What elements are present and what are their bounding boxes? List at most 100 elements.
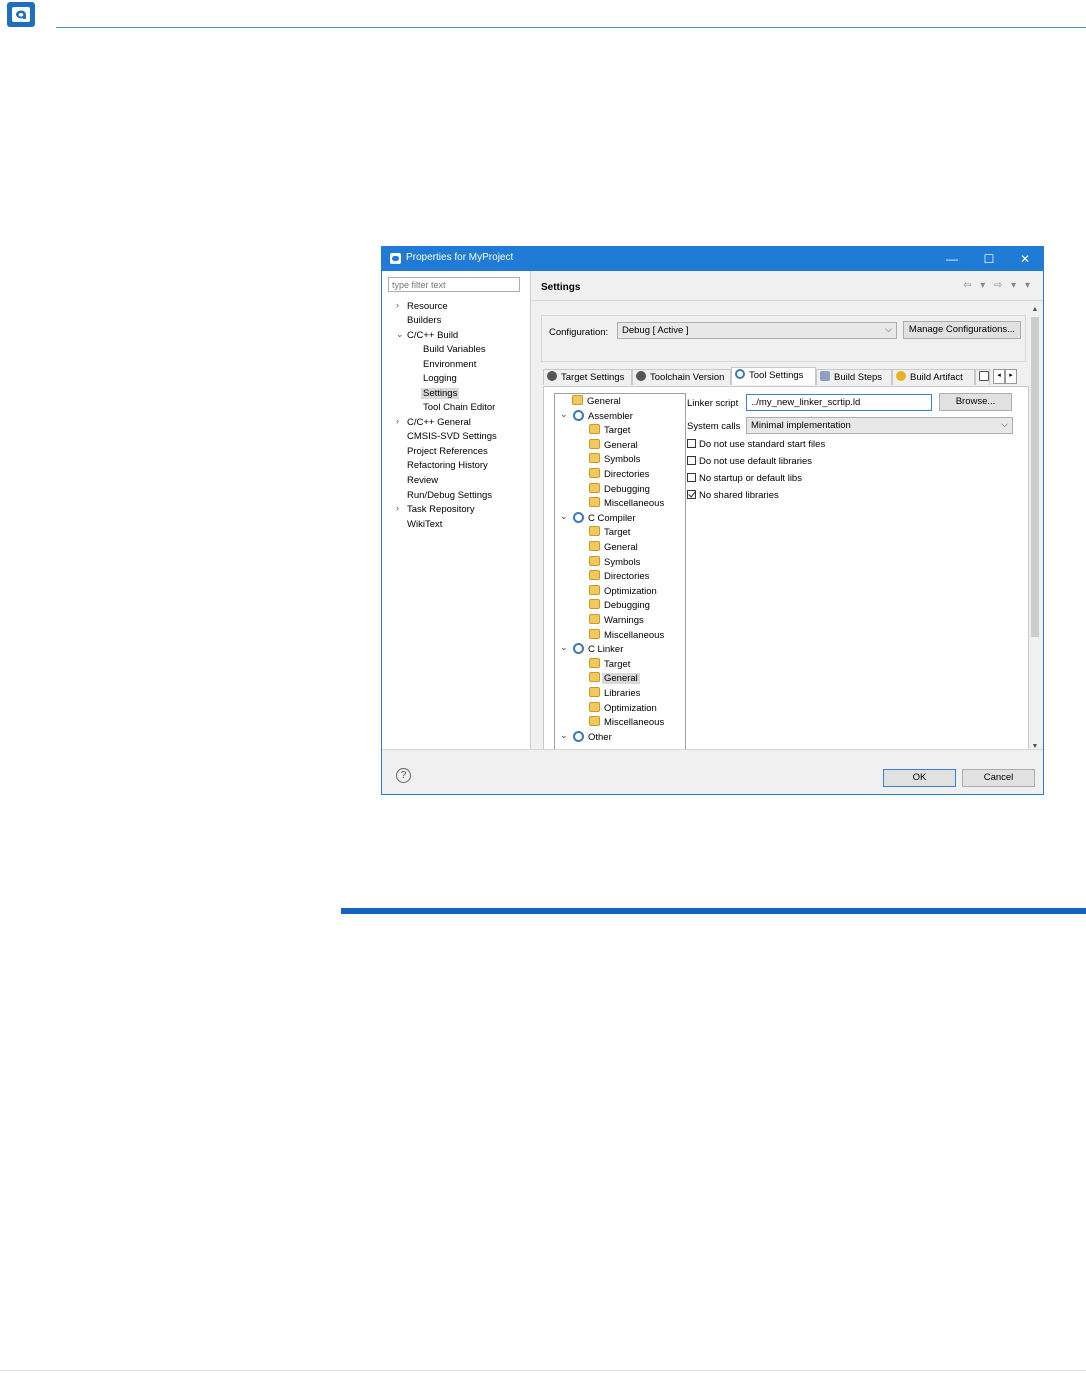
chevron-down-icon[interactable]: ⌄ (396, 329, 404, 340)
tab-scroll-left[interactable]: ◂ (993, 369, 1005, 384)
nav-item[interactable]: WikiText (407, 519, 442, 530)
tree-item[interactable]: Libraries (589, 687, 640, 699)
tree-item-label: General (587, 396, 621, 407)
tree-item[interactable]: General (589, 541, 638, 553)
nav-item[interactable]: ⌄ C/C++ Build (396, 329, 458, 341)
chevron-down-icon[interactable]: ⌄ (560, 511, 568, 522)
chevron-down-icon[interactable]: ⌄ (560, 642, 568, 653)
checkbox[interactable] (687, 490, 696, 499)
tree-item[interactable]: Symbols (589, 453, 640, 465)
tree-item-label: General (604, 439, 638, 451)
vertical-scrollbar[interactable]: ▲ ▼ (1030, 306, 1040, 750)
nav-item-label: Builders (407, 315, 442, 326)
chevron-down-icon[interactable]: ⌄ (560, 409, 568, 420)
option-folder-icon (589, 570, 600, 581)
checkbox-label: Do not use standard start files (699, 439, 826, 450)
nav-item[interactable]: Project References (407, 446, 488, 457)
tree-item[interactable]: Target (589, 424, 630, 436)
browse-button[interactable]: Browse... (939, 393, 1012, 411)
tree-item[interactable]: Target (589, 657, 631, 670)
help-icon[interactable]: ? (396, 768, 411, 783)
tree-item-label: Optimization (604, 585, 657, 597)
option-checkbox-row[interactable]: No shared libraries (687, 490, 779, 501)
maximize-button[interactable]: ☐ (974, 250, 1004, 268)
option-folder-icon (589, 701, 600, 712)
ok-button[interactable]: OK (883, 769, 956, 787)
nav-item[interactable]: Build Variables (423, 344, 486, 355)
tree-group[interactable]: ⌄ Other (560, 730, 612, 743)
chevron-right-icon[interactable]: › (396, 503, 399, 513)
tree-item[interactable]: Debugging (589, 482, 650, 495)
option-checkbox-row[interactable]: Do not use standard start files (687, 439, 825, 450)
configuration-select[interactable]: Debug [ Active ] ⌵ (617, 322, 897, 339)
section-rule (341, 908, 1086, 914)
nav-item[interactable]: Run/Debug Settings (407, 490, 492, 501)
tab-scroll-right[interactable]: ▸ (1005, 369, 1017, 384)
tree-item[interactable]: Optimization (589, 584, 657, 597)
nav-item[interactable]: Settings (421, 388, 460, 399)
tab-build-artifact[interactable]: Build Artifact (892, 369, 975, 385)
tab-toolchain-version[interactable]: Toolchain Version (632, 369, 731, 385)
checkbox[interactable] (687, 439, 696, 448)
tab-label: Build Artifact (910, 372, 963, 383)
nav-item[interactable]: Refactoring History (407, 460, 488, 471)
manage-configurations-button[interactable]: Manage Configurations... (903, 321, 1021, 339)
tree-group[interactable]: ⌄ C Compiler (560, 511, 636, 524)
tree-group[interactable]: ⌄ Assembler (560, 409, 633, 422)
tab-target-settings[interactable]: Target Settings (543, 369, 632, 385)
scroll-up-icon[interactable]: ▲ (1030, 306, 1040, 313)
tree-item[interactable]: Directories (589, 468, 649, 480)
tool-settings-panel: General ⌄ Assembler Target General Symbols Dir… (543, 386, 1029, 750)
tree-item[interactable]: General (589, 672, 640, 685)
nav-item-label: WikiText (407, 519, 443, 530)
close-button[interactable]: ✕ (1010, 250, 1040, 268)
linker-script-input[interactable] (746, 394, 932, 411)
option-folder-icon (589, 657, 600, 668)
nav-item[interactable]: › C/C++ General (396, 416, 471, 428)
tree-item[interactable]: Optimization (589, 701, 657, 714)
tree-item[interactable]: Debugging (589, 599, 650, 611)
tree-item-label: General (604, 542, 638, 553)
tree-item-label: Symbols (604, 454, 641, 466)
nav-item-label: C/C++ General (407, 417, 471, 428)
nav-item[interactable]: › Resource (396, 300, 448, 312)
chevron-right-icon[interactable]: › (396, 300, 399, 310)
tree-item-label: Miscellaneous (604, 717, 665, 729)
scroll-thumb[interactable] (1031, 317, 1039, 637)
nav-item[interactable]: CMSIS-SVD Settings (407, 431, 497, 442)
nav-item[interactable]: Builders (407, 315, 441, 326)
chevron-right-icon[interactable]: › (396, 416, 399, 426)
checkbox[interactable] (687, 456, 696, 465)
cancel-button[interactable]: Cancel (962, 769, 1035, 787)
tree-item[interactable]: Target (589, 526, 630, 538)
tab-label: Target Settings (561, 372, 625, 383)
minimize-button[interactable]: — (937, 250, 967, 268)
tree-group[interactable]: ⌄ C Linker (560, 642, 623, 655)
checkbox[interactable] (687, 473, 696, 482)
nav-item[interactable]: Review (407, 475, 438, 486)
tree-item[interactable]: Symbols (589, 555, 640, 568)
filter-input[interactable] (388, 277, 520, 292)
chevron-down-icon[interactable]: ⌄ (560, 730, 568, 741)
nav-item[interactable]: Logging (423, 373, 457, 384)
nav-item[interactable]: › Task Repository (396, 503, 475, 515)
tab-build-steps[interactable]: Build Steps (816, 369, 892, 385)
tab-tool-settings[interactable]: Tool Settings (731, 367, 816, 385)
tree-item[interactable]: Miscellaneous (589, 628, 664, 641)
tree-item[interactable]: Warnings (589, 614, 644, 626)
option-folder-icon (589, 453, 600, 464)
tree-item[interactable]: General (589, 438, 638, 451)
history-nav-arrows[interactable]: ⇦ ▾ ⇨ ▾ ▾ (963, 280, 1033, 291)
option-checkbox-row[interactable]: Do not use default libraries (687, 456, 812, 467)
option-checkbox-row[interactable]: No startup or default libs (687, 473, 802, 484)
nav-item[interactable]: Tool Chain Editor (423, 402, 495, 413)
tree-item[interactable]: General (572, 395, 621, 407)
nav-item-label: Review (407, 475, 439, 486)
tree-item-label: Target (604, 658, 631, 670)
tab-binary-parsers[interactable] (975, 369, 990, 385)
tree-item[interactable]: Miscellaneous (589, 497, 664, 509)
nav-item[interactable]: Environment (423, 359, 476, 370)
tree-item[interactable]: Miscellaneous (589, 716, 664, 728)
tree-item[interactable]: Directories (589, 570, 649, 582)
system-calls-select[interactable]: Minimal implementation ⌵ (746, 417, 1013, 434)
